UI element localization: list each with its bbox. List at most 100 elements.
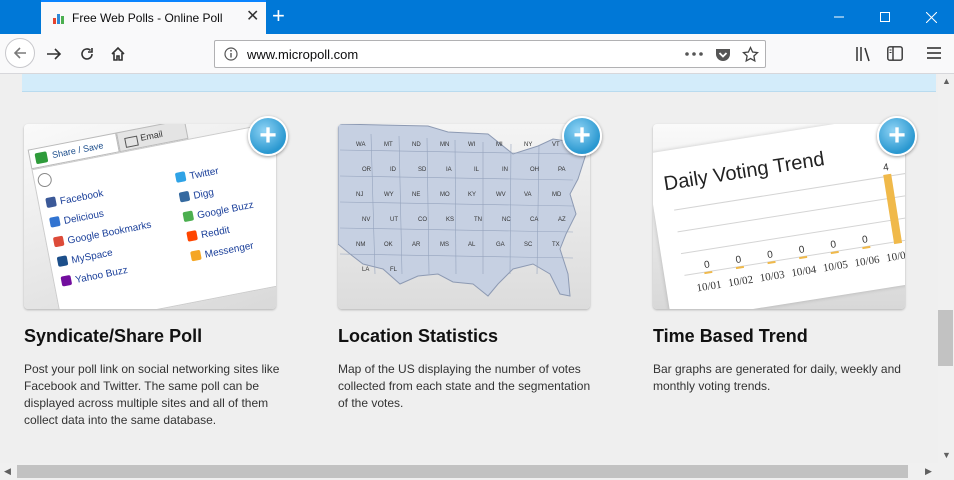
state-label: MD	[552, 192, 562, 198]
title-bar: Free Web Polls - Online Polls - Web ✕ +	[0, 0, 954, 34]
share-link-label: MySpace	[70, 247, 114, 267]
horizontal-scroll-thumb[interactable]	[17, 465, 908, 478]
state-label: NJ	[356, 192, 363, 198]
state-label: MS	[440, 242, 449, 248]
trend-value-label: 0	[703, 259, 711, 271]
trend-date-label: 10/07	[885, 249, 905, 265]
state-label: AZ	[558, 217, 566, 223]
maximize-icon[interactable]	[862, 0, 908, 34]
navigation-toolbar: www.micropoll.com	[0, 34, 954, 74]
pocket-icon[interactable]	[715, 47, 731, 62]
back-icon[interactable]	[5, 38, 35, 68]
state-label: TN	[474, 217, 482, 223]
url-text: www.micropoll.com	[247, 47, 359, 62]
state-label: MI	[496, 142, 503, 148]
state-label: AR	[412, 242, 421, 248]
expand-plus-icon[interactable]: +	[877, 116, 917, 156]
feature-title: Syndicate/Share Poll	[24, 326, 203, 346]
digg-icon	[178, 190, 191, 203]
state-label: PA	[558, 167, 566, 173]
trend-date-label: 10/06	[854, 254, 881, 270]
scroll-right-icon[interactable]: ▶	[925, 466, 932, 477]
horizontal-scrollbar[interactable]: ◀ ▶	[0, 463, 954, 480]
state-label: NY	[524, 142, 532, 148]
state-label: WI	[468, 142, 476, 148]
state-label: NM	[356, 242, 365, 248]
state-label: OR	[362, 167, 372, 173]
share-icon	[34, 151, 49, 165]
feature-description: Bar graphs are generated for daily, week…	[653, 362, 901, 393]
state-label: MN	[440, 142, 449, 148]
close-window-icon[interactable]	[908, 0, 954, 34]
delicious-icon	[49, 215, 61, 228]
state-label: NC	[502, 217, 511, 223]
minimize-icon[interactable]	[816, 0, 862, 34]
state-label: UT	[390, 217, 398, 223]
tab-title: Free Web Polls - Online Polls - Web	[72, 11, 222, 25]
us-map-icon: WA MT ND MN WI MI NY VT OR ID SD IA IL IN OH PA NJ WY NE MO…	[338, 124, 587, 297]
reddit-icon	[186, 230, 198, 242]
state-label: IA	[446, 167, 452, 173]
google-buzz-icon	[182, 210, 195, 223]
trend-thumbnail[interactable]: Daily Voting Trend 0 10/01 0 10/02 0 10/03 0 10…	[653, 124, 905, 309]
bookmark-star-icon[interactable]	[742, 46, 759, 63]
email-icon	[124, 135, 139, 148]
twitter-icon	[174, 171, 187, 183]
vertical-scrollbar[interactable]: ▲ ▼	[938, 74, 954, 463]
state-label: ND	[412, 142, 421, 148]
state-label: NV	[362, 217, 370, 223]
us-map-thumbnail[interactable]: WA MT ND MN WI MI NY VT OR ID SD IA IL IN OH PA NJ WY NE MO…	[338, 124, 590, 309]
browser-tab[interactable]: Free Web Polls - Online Polls - Web ✕	[41, 0, 266, 34]
state-label: WV	[496, 192, 506, 198]
share-link-label: Delicious	[62, 208, 105, 228]
expand-plus-icon[interactable]: +	[562, 116, 602, 156]
state-label: WA	[356, 142, 365, 148]
close-tab-icon[interactable]: ✕	[246, 9, 259, 25]
share-thumbnail[interactable]: Share / Save Email Facebook Delicious Goog…	[24, 124, 276, 309]
state-label: SD	[418, 167, 427, 173]
scroll-left-icon[interactable]: ◀	[4, 466, 11, 477]
trend-chart: 0 10/01 0 10/02 0 10/03 0 10/04 0 10/05 0 10/06 4 10/…	[674, 162, 905, 294]
menu-icon[interactable]	[927, 47, 941, 59]
trend-date-label: 10/03	[759, 269, 786, 285]
trend-date-label: 10/04	[791, 264, 818, 280]
state-label: CO	[418, 217, 427, 223]
share-link-label: Messenger	[203, 240, 255, 261]
feature-description: Map of the US displaying the number of v…	[338, 362, 591, 410]
scroll-down-icon[interactable]: ▼	[942, 450, 951, 460]
trend-date-label: 10/02	[727, 274, 754, 290]
state-label: CA	[530, 217, 538, 223]
state-label: TX	[552, 242, 560, 248]
state-label: SC	[524, 242, 533, 248]
home-icon[interactable]	[106, 42, 130, 66]
library-icon[interactable]	[855, 46, 871, 62]
expand-plus-icon[interactable]: +	[248, 116, 288, 156]
url-bar[interactable]: www.micropoll.com	[214, 40, 766, 68]
yahoo-buzz-icon	[60, 274, 73, 287]
poll-favicon-icon	[53, 14, 64, 24]
feature-description: Post your poll link on social networking…	[24, 362, 280, 427]
trend-value-label: 0	[735, 254, 743, 266]
trend-bar	[883, 173, 903, 245]
state-label: VT	[552, 142, 560, 148]
vertical-scroll-thumb[interactable]	[938, 310, 953, 366]
state-label: LA	[362, 267, 369, 273]
state-label: VA	[524, 192, 532, 198]
sidebar-icon[interactable]	[887, 46, 903, 61]
state-label: MO	[440, 192, 450, 198]
trend-value-label: 0	[861, 234, 869, 246]
state-label: IL	[474, 167, 480, 173]
feature-title: Location Statistics	[338, 326, 499, 346]
email-tab-label: Email	[139, 128, 164, 143]
new-tab-icon[interactable]: +	[272, 5, 285, 27]
messenger-icon	[190, 249, 202, 262]
state-label: ID	[390, 167, 397, 173]
forward-icon[interactable]	[42, 42, 66, 66]
more-icon[interactable]	[685, 52, 703, 56]
scroll-up-icon[interactable]: ▲	[942, 76, 951, 86]
reload-icon[interactable]	[75, 42, 99, 66]
state-label: OH	[530, 167, 539, 173]
share-link-label: Digg	[192, 187, 215, 202]
info-icon[interactable]	[224, 47, 238, 61]
trend-value-label: 0	[767, 249, 775, 261]
